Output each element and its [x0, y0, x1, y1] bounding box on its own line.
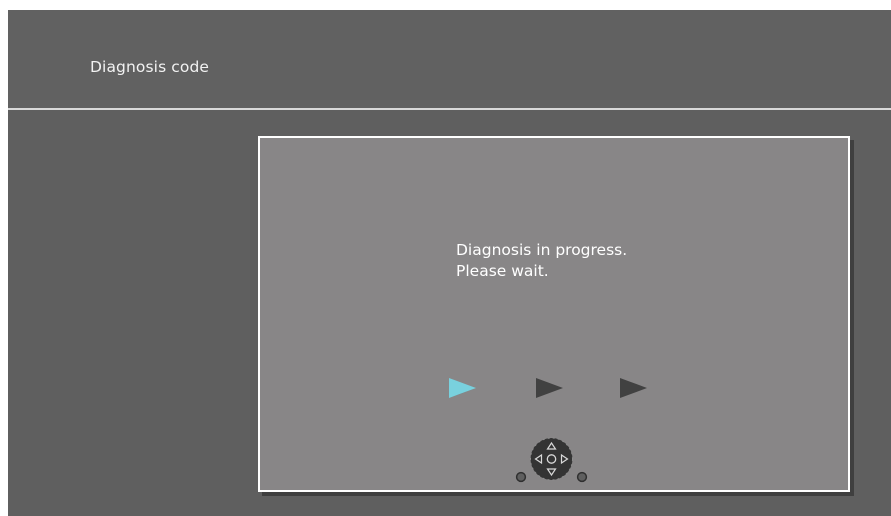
header-bar: Diagnosis code [8, 10, 891, 108]
progress-indicator [448, 376, 658, 400]
diagnosis-dialog: Diagnosis in progress. Please wait. [258, 136, 850, 492]
tv-screen: Diagnosis code Diagnosis in progress. Pl… [8, 10, 891, 516]
page-title: Diagnosis code [90, 58, 210, 76]
progress-arrow-active-icon [449, 378, 476, 398]
status-line-2: Please wait. [456, 262, 549, 280]
status-message: Diagnosis in progress. Please wait. [456, 240, 627, 282]
dpad-navigation-icon [515, 437, 588, 483]
progress-arrow-icon [536, 378, 563, 398]
status-line-1: Diagnosis in progress. [456, 241, 628, 259]
progress-arrow-icon [620, 378, 647, 398]
header-divider [8, 108, 891, 110]
